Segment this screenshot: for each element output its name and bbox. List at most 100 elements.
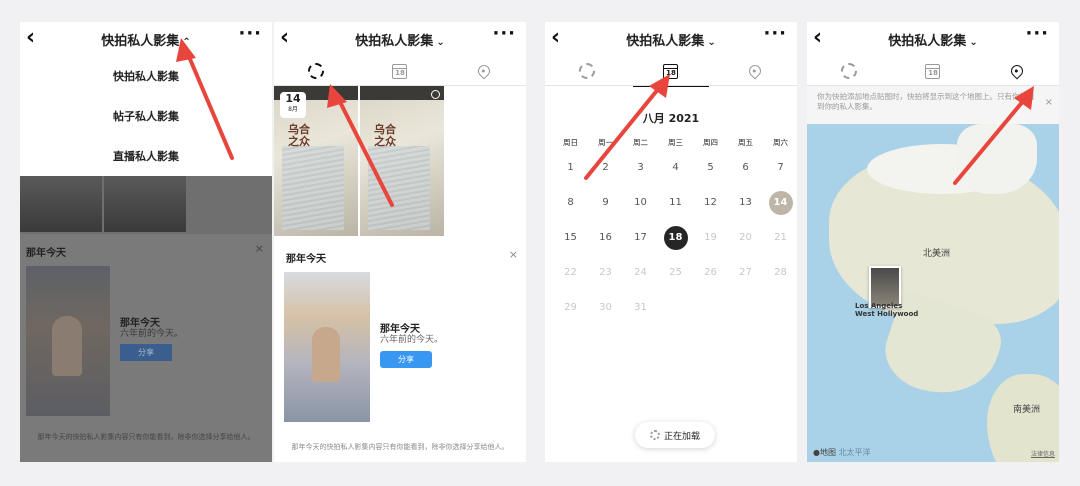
album-type-menu: 快拍私人影集 帖子私人影集 直播私人影集 xyxy=(20,56,272,176)
story-thumb[interactable]: 乌合 之众 xyxy=(360,86,444,236)
calendar-day-number: 15 xyxy=(564,232,577,243)
menu-item-post-album[interactable]: 帖子私人影集 xyxy=(20,96,272,136)
calendar-day[interactable]: 2 xyxy=(588,162,623,173)
calendar-day[interactable]: 1 xyxy=(553,162,588,173)
place-name: West Hollywood xyxy=(855,310,919,318)
map-attribution: ●地图 北太平洋 xyxy=(813,447,871,458)
sync-icon xyxy=(307,63,324,79)
calendar-day[interactable]: 13 xyxy=(728,197,763,208)
calendar-day-number: 1 xyxy=(567,162,574,173)
tab-map[interactable] xyxy=(975,56,1059,87)
menu-item-story-album[interactable]: 快拍私人影集 xyxy=(20,56,272,96)
album-title-dropdown[interactable]: 快拍私人影集 ⌄ xyxy=(807,30,1059,49)
calendar-day-number: 21 xyxy=(774,232,787,243)
map-notice: 你为快拍添加地点贴图时，快拍将显示到这个地图上。只有你能看到你的私人影集。 × xyxy=(807,86,1059,124)
story-thumb[interactable]: 14 8月 乌合 之众 xyxy=(274,86,358,236)
calendar-day[interactable]: 15 xyxy=(553,232,588,243)
calendar-day-number: 4 xyxy=(672,162,679,173)
calendar-day[interactable]: 18 xyxy=(658,225,693,250)
dimmed-overlay[interactable]: 那年今天 × 那年今天 六年前的今天。 分享 那年今天的快拍私人影集内容只有你能… xyxy=(20,176,272,462)
calendar-week-row: 1 2 3 4 5 6 7 xyxy=(553,150,797,185)
badge-month: 8月 xyxy=(288,106,298,113)
tab-map[interactable] xyxy=(442,56,526,86)
tab-grid[interactable] xyxy=(545,56,629,86)
view-tabs xyxy=(807,56,1059,87)
photo-thumb xyxy=(104,176,186,232)
map-label-north-america: 北美洲 xyxy=(923,249,951,259)
story-map[interactable]: 北美洲 南美洲 Los Angeles West Hollywood ●地图 北太… xyxy=(807,124,1059,462)
panel-calendar: ‹ 快拍私人影集⌄ ··· 八月 2021 周日 周一 周二 周三 周四 周五 … xyxy=(545,22,797,462)
calendar-day[interactable]: 14 xyxy=(763,190,797,215)
menu-item-live-album[interactable]: 直播私人影集 xyxy=(20,136,272,176)
calendar-day[interactable]: 11 xyxy=(658,197,693,208)
place-name: Los Angeles xyxy=(855,302,903,310)
chevron-down-icon: ⌄ xyxy=(969,37,978,48)
book-title-line: 之众 xyxy=(288,135,310,148)
calendar-day[interactable]: 6 xyxy=(728,162,763,173)
view-tabs xyxy=(545,56,797,87)
top-bar: ‹ 快拍私人影集 ⌄ ··· xyxy=(807,22,1059,56)
tab-calendar[interactable] xyxy=(358,56,442,86)
more-options-icon[interactable]: ··· xyxy=(238,23,262,44)
attribution-text: 地图 xyxy=(819,448,836,457)
tab-grid[interactable] xyxy=(274,56,358,87)
close-icon[interactable]: × xyxy=(255,242,264,255)
panel-album-menu: ‹ 快拍私人影集 ⌃ ··· 快拍私人影集 帖子私人影集 直播私人影集 那年今天 … xyxy=(20,22,272,462)
calendar-day[interactable]: 5 xyxy=(693,162,728,173)
album-title-dropdown[interactable]: 快拍私人影集 ⌄ xyxy=(545,30,797,49)
calendar-day[interactable]: 16 xyxy=(588,232,623,243)
tab-grid[interactable] xyxy=(807,56,891,86)
memories-heading: 那年今天 xyxy=(26,248,66,259)
weekday-label: 周二 xyxy=(633,137,648,147)
calendar-day-number: 7 xyxy=(777,162,784,173)
close-icon[interactable]: × xyxy=(1045,98,1053,108)
weekday-label: 周一 xyxy=(598,137,613,147)
memory-photo[interactable] xyxy=(284,272,370,422)
calendar-week-row: 15 16 17 18 19 20 21 xyxy=(553,220,797,255)
story-thumb xyxy=(871,268,899,306)
location-pin-icon xyxy=(1008,62,1026,80)
legal-link[interactable]: 法律信息 xyxy=(1031,449,1055,458)
calendar-day[interactable]: 17 xyxy=(623,232,658,243)
book-title: 乌合 之众 xyxy=(288,124,310,148)
more-options-icon[interactable]: ··· xyxy=(492,23,516,44)
calendar-day[interactable]: 4 xyxy=(658,162,693,173)
close-icon[interactable]: × xyxy=(509,248,518,261)
tab-calendar[interactable] xyxy=(629,56,713,87)
photo-grid xyxy=(20,176,186,232)
calendar-day-number: 5 xyxy=(707,162,714,173)
location-pin-icon xyxy=(475,62,493,80)
share-button[interactable]: 分享 xyxy=(120,344,172,361)
more-options-icon[interactable]: ··· xyxy=(763,23,787,44)
calendar-day: 25 xyxy=(658,267,693,278)
album-title-dropdown[interactable]: 快拍私人影集 ⌃ xyxy=(20,30,272,49)
calendar-day[interactable]: 3 xyxy=(623,162,658,173)
tab-map[interactable] xyxy=(713,56,797,86)
more-options-icon[interactable]: ··· xyxy=(1025,23,1049,44)
calendar-day[interactable]: 7 xyxy=(763,162,797,173)
calendar-day-number: 14 xyxy=(768,190,793,215)
top-bar: ‹ 快拍私人影集 ⌄ ··· xyxy=(545,22,797,56)
sync-icon xyxy=(578,63,595,79)
calendar-day-number: 16 xyxy=(599,232,612,243)
calendar-day-number: 31 xyxy=(634,302,647,313)
calendar-day-number: 24 xyxy=(634,267,647,278)
calendar-day-number: 30 xyxy=(599,302,612,313)
calendar-grid: 周日 周一 周二 周三 周四 周五 周六 1 2 3 4 5 6 7 8 9 10 11 12 13 14… xyxy=(553,134,797,325)
share-button[interactable]: 分享 xyxy=(380,351,432,368)
calendar-day[interactable]: 9 xyxy=(588,197,623,208)
calendar-day-number: 27 xyxy=(739,267,752,278)
tab-calendar[interactable] xyxy=(891,56,975,86)
calendar-day: 30 xyxy=(588,302,623,313)
select-circle-icon[interactable] xyxy=(431,90,440,99)
album-title: 快拍私人影集 xyxy=(888,34,967,49)
calendar-day[interactable]: 12 xyxy=(693,197,728,208)
memory-subtitle: 六年前的今天。 xyxy=(380,335,444,345)
calendar-day-number: 28 xyxy=(774,267,787,278)
calendar-day[interactable]: 10 xyxy=(623,197,658,208)
calendar-week-row: 29 30 31 xyxy=(553,290,797,325)
calendar-day[interactable]: 8 xyxy=(553,197,588,208)
album-title-dropdown[interactable]: 快拍私人影集 ⌄ xyxy=(274,30,526,49)
chevron-down-icon: ⌄ xyxy=(707,37,716,48)
calendar-day-number: 8 xyxy=(567,197,574,208)
